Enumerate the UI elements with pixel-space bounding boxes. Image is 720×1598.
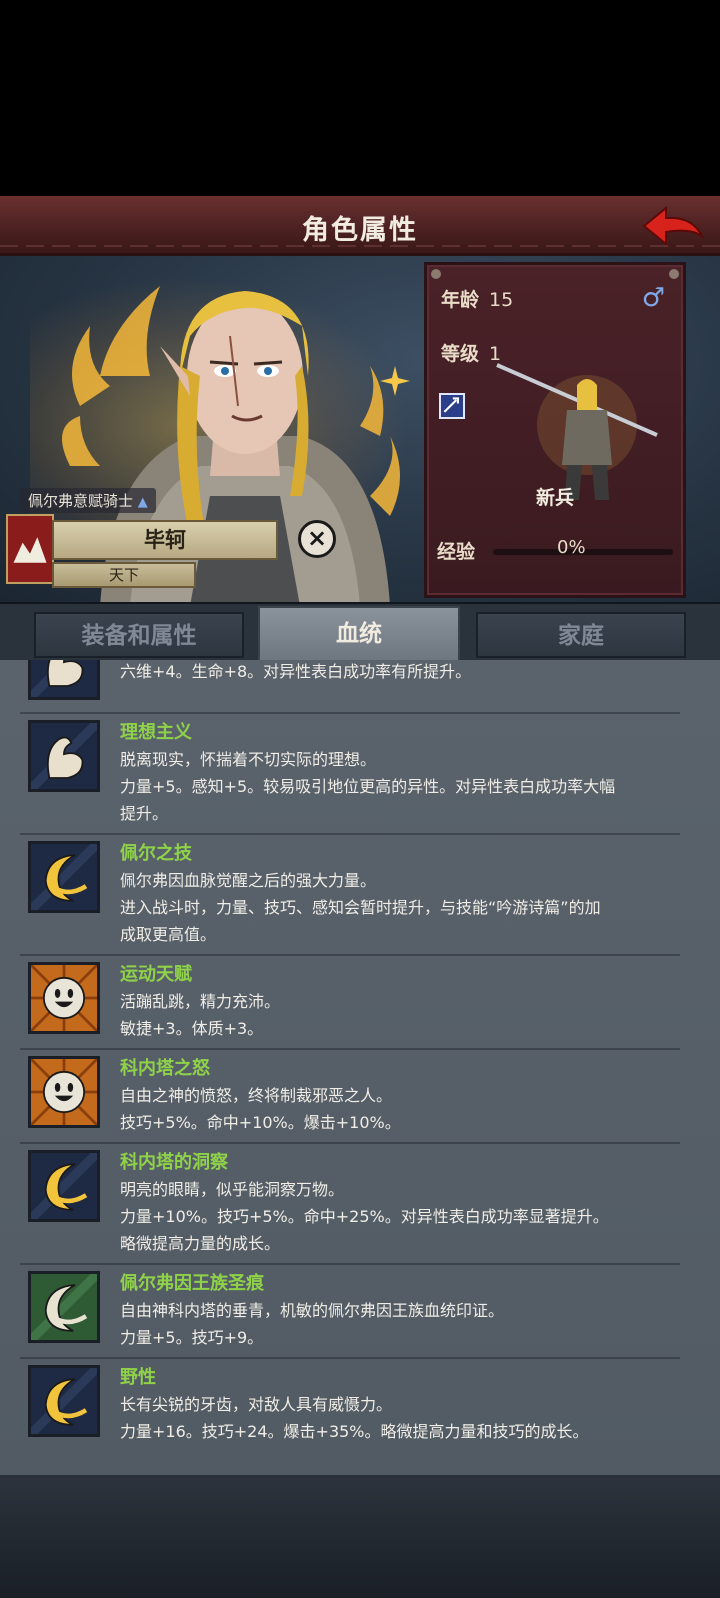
trait-description: 自由之神的愤怒，终将制裁邪恶之人。 [120,1086,393,1105]
smile-icon [28,1056,100,1128]
trait-text: 佩尔弗因王族圣痕自由神科内塔的垂青，机敏的佩尔弗因王族血统印证。 力量+5。技巧+… [120,1271,700,1351]
trait-divider [20,1142,680,1144]
unit-rank: 新兵 [535,487,574,509]
trait-description: 脱离现实，怀揣着不切实际的理想。 [120,750,377,769]
character-title: 佩尔弗意赋骑士 ▲ [20,488,156,513]
trait-description: 成取更高值。 [120,925,217,944]
age-value: 15 [489,289,514,311]
tab-bloodline[interactable]: 血统 [258,606,460,662]
smile-icon [28,962,100,1034]
trait-name: 理想主义 [120,722,192,743]
trait-divider [20,954,680,956]
trait-text: 六维+4。生命+8。对异性表白成功率有所提升。 [120,660,700,685]
moon-icon [28,1365,100,1437]
arm-icon [28,720,100,792]
trait-name: 科内塔的洞察 [120,1152,228,1173]
page-title: 角色属性 [302,215,418,246]
close-icon[interactable]: × [298,520,336,558]
exp-value: 0% [557,537,586,558]
trait-description: 力量+10%。技巧+5%。命中+25%。对异性表白成功率显著提升。 [120,1207,609,1226]
trait-name: 佩尔弗因王族圣痕 [120,1273,264,1294]
trait-description: 六维+4。生命+8。对异性表白成功率有所提升。 [120,662,472,681]
back-arrow-icon[interactable] [640,204,706,248]
trait-text: 科内塔的洞察明亮的眼睛，似乎能洞察万物。力量+10%。技巧+5%。命中+25%。… [120,1150,700,1257]
tab-equipment[interactable]: 装备和属性 [34,612,244,658]
sparkle-icon [380,366,410,396]
trait-description: 自由神科内塔的垂青，机敏的佩尔弗因王族血统印证。 [120,1301,505,1320]
trait-description: 力量+16。技巧+24。爆击+35%。略微提高力量和技巧的成长。 [120,1422,589,1441]
age-row: 年龄 15 [441,285,513,312]
trait-name: 运动天赋 [120,964,192,985]
trait-name: 野性 [120,1367,156,1388]
moon-icon [28,1150,100,1222]
trait-description: 明亮的眼睛，似乎能洞察万物。 [120,1180,345,1199]
character-faction: 天下 [52,562,196,588]
age-label: 年龄 [441,289,480,311]
male-icon: ♂ [641,283,665,313]
trait-divider [20,1357,680,1359]
trait-name: 科内塔之怒 [120,1058,210,1079]
moon-icon [28,841,100,913]
character-name[interactable]: 毕轲 [52,520,278,560]
trait-divider [20,1263,680,1265]
trait-text: 科内塔之怒自由之神的愤怒，终将制裁邪恶之人。 技巧+5%。命中+10%。爆击+10… [120,1056,700,1136]
bottom-area [0,1478,720,1598]
trait-text: 运动天赋活蹦乱跳，精力充沛。 敏捷+3。体质+3。 [120,962,700,1042]
header-bar: 角色属性 [0,196,720,256]
trait-list[interactable]: 六维+4。生命+8。对异性表白成功率有所提升。 理想主义脱离现实，怀揣着不切实际的… [0,660,720,1478]
tab-bar: 装备和属性 血统 家庭 [0,602,720,662]
exp-label: 经验 [437,541,476,563]
trait-description: 进入战斗时，力量、技巧、感知会暂时提升，与技能“吟游诗篇”的加 [120,898,601,917]
trait-description: 敏捷+3。体质+3。 [120,1019,264,1038]
trait-description: 略微提高力量的成长。 [120,1234,281,1253]
trait-text: 野性长有尖锐的牙齿，对敌人具有威慑力。力量+16。技巧+24。爆击+35%。略微… [120,1365,700,1445]
trait-text: 理想主义脱离现实，怀揣着不切实际的理想。力量+5。感知+5。较易吸引地位更高的异… [120,720,700,827]
trait-text: 佩尔之技佩尔弗因血脉觉醒之后的强大力量。进入战斗时，力量、技巧、感知会暂时提升，… [120,841,700,948]
character-info-panel: 年龄 15 ♂ 等级 1 新兵 经验 0% [424,262,686,598]
sword-class-icon [439,393,465,419]
trait-description: 活蹦乱跳，精力充沛。 [120,992,281,1011]
arm-icon [28,660,100,700]
rank-up-icon: ▲ [137,495,148,510]
trait-description: 佩尔弗因血脉觉醒之后的强大力量。 [120,871,377,890]
trait-description: 力量+5。技巧+9。 [120,1328,264,1347]
trait-divider [20,1048,680,1050]
status-bar-area [0,0,720,196]
trait-description: 提升。 [120,804,169,823]
tab-family[interactable]: 家庭 [476,612,686,658]
green-moon-icon [28,1271,100,1343]
faction-banner-icon [6,514,54,584]
trait-name: 佩尔之技 [120,843,192,864]
trait-description: 力量+5。感知+5。较易吸引地位更高的异性。对异性表白成功率大幅 [120,777,616,796]
trait-divider [20,833,680,835]
trait-description: 长有尖锐的牙齿，对敌人具有威慑力。 [120,1395,393,1414]
trait-description: 技巧+5%。命中+10%。爆击+10%。 [120,1113,401,1132]
trait-divider [20,712,680,714]
